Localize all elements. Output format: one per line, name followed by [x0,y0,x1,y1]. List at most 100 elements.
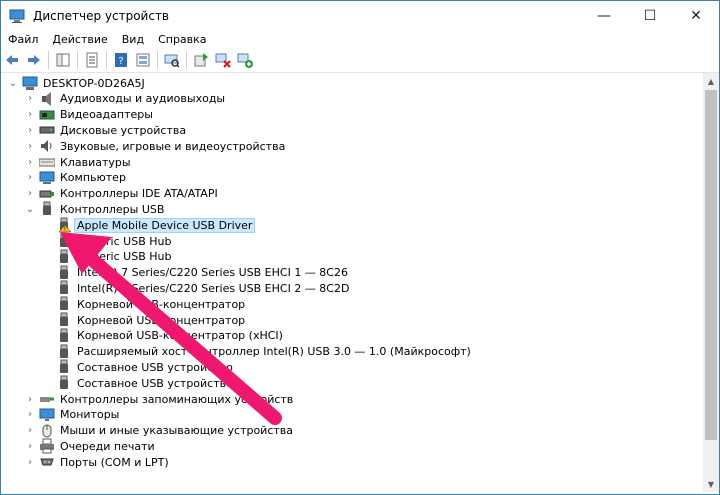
toolbar-separator [48,51,49,69]
ide-controller-icon [39,186,55,202]
disable-device-icon[interactable] [212,49,234,71]
expand-arrow-icon[interactable]: › [24,391,36,407]
properties-icon[interactable] [81,49,103,71]
view-icon[interactable] [132,49,154,71]
tree-node-label: Мониторы [60,408,120,422]
scroll-down-icon[interactable]: ▼ [703,476,719,492]
minimize-button[interactable]: — [581,1,627,30]
maximize-button[interactable]: ☐ [627,1,673,30]
toolbar-separator [106,51,107,69]
collapse-arrow-icon[interactable]: ⌄ [7,75,19,91]
usb-plug-icon [56,249,72,265]
expand-arrow-icon[interactable]: › [24,438,36,454]
tree-device-node[interactable]: ! Apple Mobile Device USB Driver [41,217,256,233]
tree-node-label: Очереди печати [60,439,155,453]
back-icon[interactable] [1,49,23,71]
menu-view[interactable]: Вид [115,33,151,46]
tree-category-node[interactable]: ⌄ Контроллеры USB [24,201,166,217]
tree-node-label: Generic USB Hub [77,250,172,264]
vertical-scrollbar[interactable]: ▲ ▼ [703,73,719,492]
tree-device-node[interactable]: Корневой USB-концентратор (xHCI) [41,328,285,344]
tree-category-node[interactable]: › Порты (COM и LPT) [24,454,171,470]
tree-node-label: Клавиатуры [60,155,131,169]
tree-device-node[interactable]: Расширяемый хост-контроллер Intel(R) USB… [41,344,473,360]
scroll-up-icon[interactable]: ▲ [703,73,719,89]
tree-category-node[interactable]: › Контроллеры IDE ATA/ATAPI [24,186,220,202]
tree-category-node[interactable]: › Компьютер [24,170,128,186]
scrollbar-thumb[interactable] [705,90,717,440]
show-hide-tree-icon[interactable] [52,49,74,71]
device-manager-window: Диспетчер устройств — ☐ ✕ Файл Действие … [0,0,720,495]
tree-category-node[interactable]: › Видеоадаптеры [24,107,155,123]
tree-device-node[interactable]: Intel(R) 7 Series/C220 Series USB EHCI 2… [41,280,351,296]
audio-icon [39,91,55,107]
expand-arrow-icon[interactable]: › [24,138,36,154]
usb-plug-icon [56,233,72,249]
forward-icon[interactable] [23,49,45,71]
tree-device-node[interactable]: Составное USB устройство [41,359,235,375]
tree-category-node[interactable]: › Клавиатуры [24,154,133,170]
expand-arrow-icon[interactable]: › [24,91,36,107]
expand-arrow-icon[interactable]: › [24,154,36,170]
menu-bar: Файл Действие Вид Справка [1,30,719,48]
tree-root-node[interactable]: ⌄ DESKTOP-0D26A5J [7,75,147,91]
tree-node-label: Контроллеры IDE ATA/ATAPI [60,187,218,201]
tree-category-node[interactable]: › Звуковые, игровые и видеоустройства [24,138,287,154]
tree-node-label: Generic USB Hub [77,234,172,248]
expand-arrow-icon[interactable]: › [24,454,36,470]
tree-category-node[interactable]: › Контроллеры запоминающих устройств [24,391,295,407]
expand-arrow-icon[interactable]: › [24,107,36,123]
tree-node-label: Контроллеры запоминающих устройств [60,392,294,406]
toolbar-separator [157,51,158,69]
expand-arrow-icon[interactable]: › [24,186,36,202]
tree-node-label: Intel(R) 7 Series/C220 Series USB EHCI 1… [77,266,348,280]
close-button[interactable]: ✕ [673,1,719,30]
add-device-icon[interactable] [234,49,256,71]
tree-device-node[interactable]: Generic USB Hub [41,249,173,265]
printer-icon [39,438,55,454]
tree-device-node[interactable]: Корневой USB-концентратор [41,312,247,328]
tree-category-node[interactable]: › Дисковые устройства [24,122,188,138]
tree-node-label: Порты (COM и LPT) [60,455,169,469]
scan-hardware-icon[interactable] [161,49,183,71]
tree-node-label: Корневой USB-концентратор (xHCI) [77,329,283,343]
menu-file[interactable]: Файл [1,33,45,46]
usb-plug-icon [56,359,72,375]
tree-device-node[interactable]: Generic USB Hub [41,233,173,249]
menu-action[interactable]: Действие [45,33,114,46]
tree-node-label: Аудиовходы и аудиовыходы [60,92,226,106]
tree-device-node[interactable]: Составное USB устройство [41,375,235,391]
tree-category-node[interactable]: › Мониторы [24,407,121,423]
expand-arrow-icon[interactable]: › [24,423,36,439]
tree-node-label: Intel(R) 7 Series/C220 Series USB EHCI 2… [77,281,350,295]
help-icon[interactable]: ? [110,49,132,71]
tree-node-label: Корневой USB-концентратор [77,297,246,311]
usb-plug-icon [56,280,72,296]
display-adapter-icon [39,107,55,123]
tree-node-label: Мыши и иные указывающие устройства [60,424,294,438]
toolbar: ? [1,48,719,73]
usb-plug-icon [56,265,72,281]
tree-category-node[interactable]: › Аудиовходы и аудиовыходы [24,91,227,107]
update-driver-icon[interactable] [190,49,212,71]
tree-category-node[interactable]: › Очереди печати [24,438,157,454]
usb-plug-icon [56,344,72,360]
menu-help[interactable]: Справка [151,33,213,46]
expand-arrow-icon[interactable]: › [24,122,36,138]
expand-arrow-icon[interactable]: › [24,170,36,186]
tree-category-node[interactable]: › Мыши и иные указывающие устройства [24,423,295,439]
tree-device-node[interactable]: Корневой USB-концентратор [41,296,247,312]
collapse-arrow-icon[interactable]: ⌄ [24,201,36,217]
port-icon [39,454,55,470]
tree-device-node[interactable]: Intel(R) 7 Series/C220 Series USB EHCI 1… [41,265,350,281]
expand-arrow-icon[interactable]: › [24,407,36,423]
tree-node-label: Дисковые устройства [60,123,187,137]
